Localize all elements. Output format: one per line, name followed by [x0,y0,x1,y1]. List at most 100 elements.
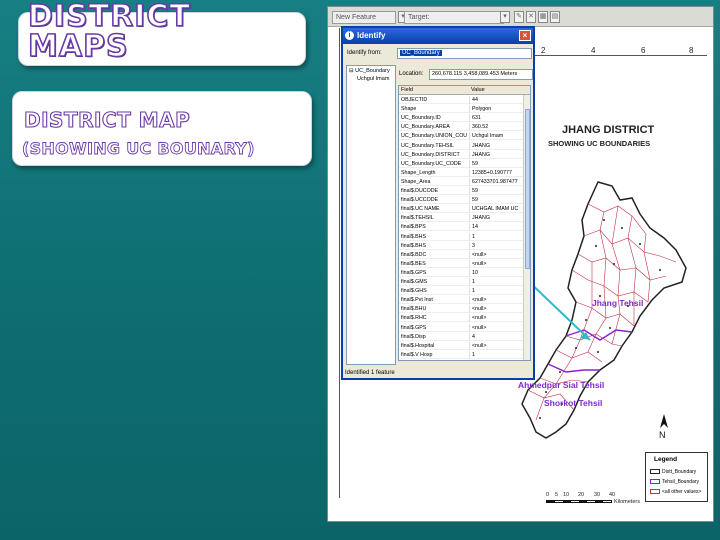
north-arrow [660,414,668,428]
legend-swatch [650,469,660,475]
attribute-value: JHANG [469,141,525,150]
scale-bar-graphic [546,500,612,503]
grid-header: Field Value [399,86,530,95]
attribute-row[interactable]: Shape_Length 12385+0.190777 [399,168,525,177]
attribute-row[interactable]: final$.RHC <null> [399,314,524,323]
attribute-row[interactable]: final$.Pvt Inst <null> [399,296,525,305]
attribute-value: 4 [469,332,525,341]
attribute-field: Shape_Length [401,169,436,176]
tehsil-label-jhang: Jhang Tehsil [592,298,644,308]
attribute-row[interactable]: UC_Boundary.AREA 360.52 [399,123,524,132]
close-button[interactable]: × [519,30,531,41]
attribute-field: UC_Boundary.UNION_COUN [401,133,467,140]
attribute-value: UCHGAL IMAM UC [469,205,525,214]
legend-item: Tehsil_Boundary [650,479,699,485]
feature-tree: ⊟ UC_Boundary Uchgul Imam [346,65,396,365]
attribute-field: final$.Pvt Inst [401,297,433,304]
attribute-row[interactable]: UC_Boundary.DISTRICT JHANG [399,150,525,159]
attribute-row[interactable]: UC_Boundary.TEHSIL JHANG [399,141,525,150]
attribute-value: 10 [469,268,525,277]
attribute-row[interactable]: final$.BHS 1 [399,232,524,241]
identify-title-bar[interactable]: i Identify × [343,28,533,44]
attribute-row[interactable]: final$.V Hosp 1 [399,350,525,359]
attribute-row[interactable]: UC_Boundary.UNION_COUN Uchgul Imam [399,132,525,141]
attribute-row[interactable]: final$.TEHSIL JHANG [399,214,524,223]
tree-node-root[interactable]: ⊟ UC_Boundary [349,68,390,74]
attribute-row[interactable]: final$.UCCODE 59 [399,196,525,205]
attribute-row[interactable]: final$.BHU <null> [399,305,524,314]
attribute-row[interactable]: final$.DUCODE 59 [399,187,524,195]
grid-scrollbar[interactable] [523,95,530,360]
attribute-row[interactable]: final$.GPS <null> [399,323,525,332]
attribute-row[interactable]: final$.UC NAME UCHGAL IMAM UC [399,205,525,214]
tehsil-label-ahmedpur: Ahmedpur Sial Tehsil [518,380,605,390]
attribute-row[interactable]: final$.GHS 1 [399,287,525,296]
attribute-field: OBJECTID [401,97,428,103]
map-title: JHANG DISTRICT [562,124,655,136]
scale-label: 5 [555,492,559,498]
attribute-row[interactable]: final$.GMS 1 [399,278,524,286]
tree-node-child[interactable]: Uchgul Imam [357,76,389,82]
attribute-field: final$.BES [401,260,426,267]
attribute-value: <null> [469,323,525,332]
identify-dialog: i Identify × Identify from: UC_Boundary … [341,26,535,380]
attribute-field: Shape_Area [401,178,431,185]
attribute-row[interactable]: final$.GPS 10 [399,268,525,277]
attribute-value: 59 [469,196,525,205]
column-header-value[interactable]: Value [471,87,485,93]
attribute-row[interactable]: final$.BES <null> [399,259,524,268]
attribute-row[interactable]: UC_Boundary.ID 631 [399,114,524,123]
attribute-row[interactable]: final$.BHS 3 [399,241,525,250]
attribute-value: 1 [469,278,525,286]
attribute-row[interactable]: final$.Hospital <null> [399,341,525,350]
map-legend: Legend Distt_Boundary Tehsil_Boundary <a… [645,452,708,502]
attribute-field: final$.BHS [401,242,427,249]
attribute-value: 1 [469,287,525,296]
attribute-value: 12385+0.190777 [469,168,525,177]
attribute-value: <null> [469,341,525,350]
attribute-row[interactable]: final$.BPS 14 [399,223,524,232]
column-header-field[interactable]: Field [401,87,413,93]
scrollbar-thumb[interactable] [525,109,530,269]
attribute-row[interactable]: OBJECTID 44 [399,96,524,104]
scale-label: 30 [594,492,601,498]
identify-from-select[interactable]: UC_Boundary [397,48,532,59]
identify-title: Identify [357,31,386,40]
legend-label: Distt_Boundary [662,469,697,475]
location-field[interactable]: 260,678.115 3,458,089.453 Meters [429,69,533,80]
attribute-value: Uchgul Imam [469,132,525,141]
north-label: N [659,430,666,440]
legend-swatch [650,479,660,485]
attribute-value: 1 [469,350,525,359]
legend-swatch [650,489,660,495]
attribute-field: UC_Boundary.ID [401,115,441,122]
tree-root-label: UC_Boundary [355,68,390,74]
legend-label: Tehsil_Boundary [662,479,699,485]
attribute-value: <null> [469,250,525,259]
attribute-field: final$.BHU [401,306,427,313]
attribute-field: final$.GMS [401,279,428,285]
attribute-row[interactable]: UC_Boundary.UC_CODE 59 [399,159,524,168]
attribute-row[interactable]: final$.Disp 4 [399,332,525,341]
attribute-value: 3 [469,241,525,250]
attribute-field: UC_Boundary.AREA [401,124,450,131]
attribute-row[interactable]: Shape Polygon [399,105,524,114]
legend-item: <all other values> [650,489,701,495]
info-icon: i [345,31,354,40]
attribute-grid: Field Value OBJECTID 44 Shape Polygon UC_Bou… [398,85,531,361]
legend-label: <all other values> [662,489,702,495]
attribute-value: <null> [469,296,525,305]
attribute-field: Shape [401,106,417,113]
scale-bar: 0 5 10 20 30 40 Kilometers [546,492,640,506]
attribute-field: final$.BHS [401,233,427,240]
attribute-row[interactable]: Shape_Area 627433701.987477 [399,177,524,186]
attribute-row[interactable]: final$.BDC <null> [399,250,525,259]
identify-from-label: Identify from: [347,50,382,56]
attribute-value: JHANG [469,150,525,159]
attribute-value: 59 [469,187,525,195]
attribute-field: final$.DUCODE [401,188,439,194]
attribute-value: 44 [469,96,525,104]
tree-child-label: Uchgul Imam [357,76,390,82]
attribute-field: final$.BDC [401,251,427,258]
attribute-field: final$.UCCODE [401,197,439,204]
